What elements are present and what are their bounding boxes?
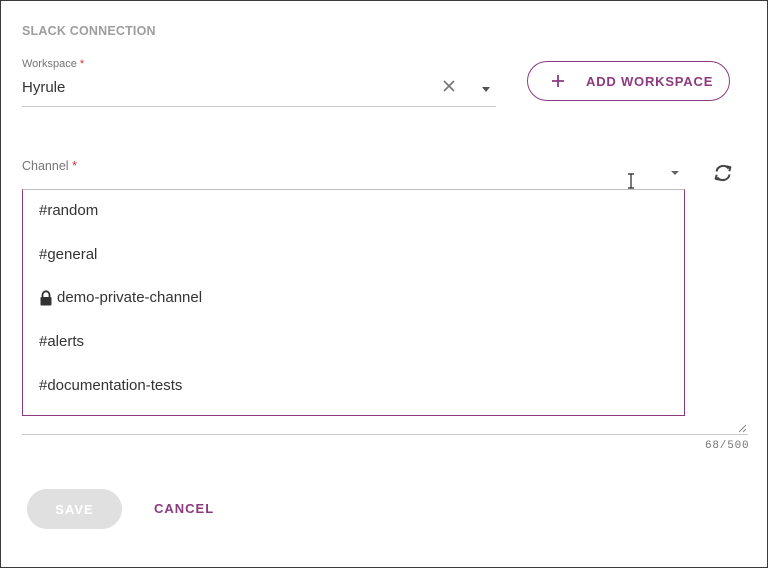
channel-option-label: #random	[39, 202, 99, 219]
channel-option[interactable]: #random	[39, 202, 98, 219]
character-counter: 68/500	[705, 440, 750, 452]
save-button[interactable]: SAVE	[27, 489, 122, 529]
cancel-button[interactable]: CANCEL	[154, 501, 214, 516]
workspace-select-value[interactable]: Hyrule	[22, 79, 65, 96]
refresh-icon[interactable]	[712, 162, 734, 184]
channel-label: Channel *	[22, 159, 77, 173]
section-title: SLACK CONNECTION	[22, 24, 156, 38]
channel-option-label: #alerts	[39, 333, 85, 350]
channel-option-label: #documentation-tests	[39, 377, 183, 394]
required-mark: *	[72, 159, 77, 173]
caret-down-icon[interactable]	[671, 171, 679, 175]
add-workspace-label: ADD WORKSPACE	[586, 73, 714, 89]
caret-down-icon[interactable]	[482, 87, 490, 92]
text-cursor-icon	[628, 173, 634, 189]
channel-option-label: demo-private-channel	[57, 289, 203, 306]
channel-option[interactable]: #alerts	[39, 333, 84, 350]
workspace-label-text: Workspace	[22, 58, 77, 70]
workspace-field-underline	[22, 106, 496, 107]
lock-icon	[40, 289, 52, 305]
channel-dropdown-list: #random #general demo-private-channel #a…	[22, 189, 685, 416]
workspace-label: Workspace *	[22, 58, 84, 70]
channel-option-label: #general	[39, 246, 98, 263]
add-workspace-button[interactable]: ADD WORKSPACE	[527, 61, 730, 101]
plus-icon	[552, 75, 564, 87]
required-mark: *	[79, 58, 85, 70]
channel-option[interactable]: demo-private-channel	[39, 289, 202, 306]
channel-option[interactable]: #general	[39, 246, 97, 263]
message-field-underline	[22, 434, 748, 435]
channel-option[interactable]: #documentation-tests	[39, 377, 182, 394]
resize-handle-icon[interactable]	[738, 424, 747, 433]
dialog: SLACK CONNECTION Workspace * Hyrule ADD …	[0, 0, 768, 568]
close-icon[interactable]	[439, 76, 459, 96]
channel-label-text: Channel	[22, 159, 69, 173]
